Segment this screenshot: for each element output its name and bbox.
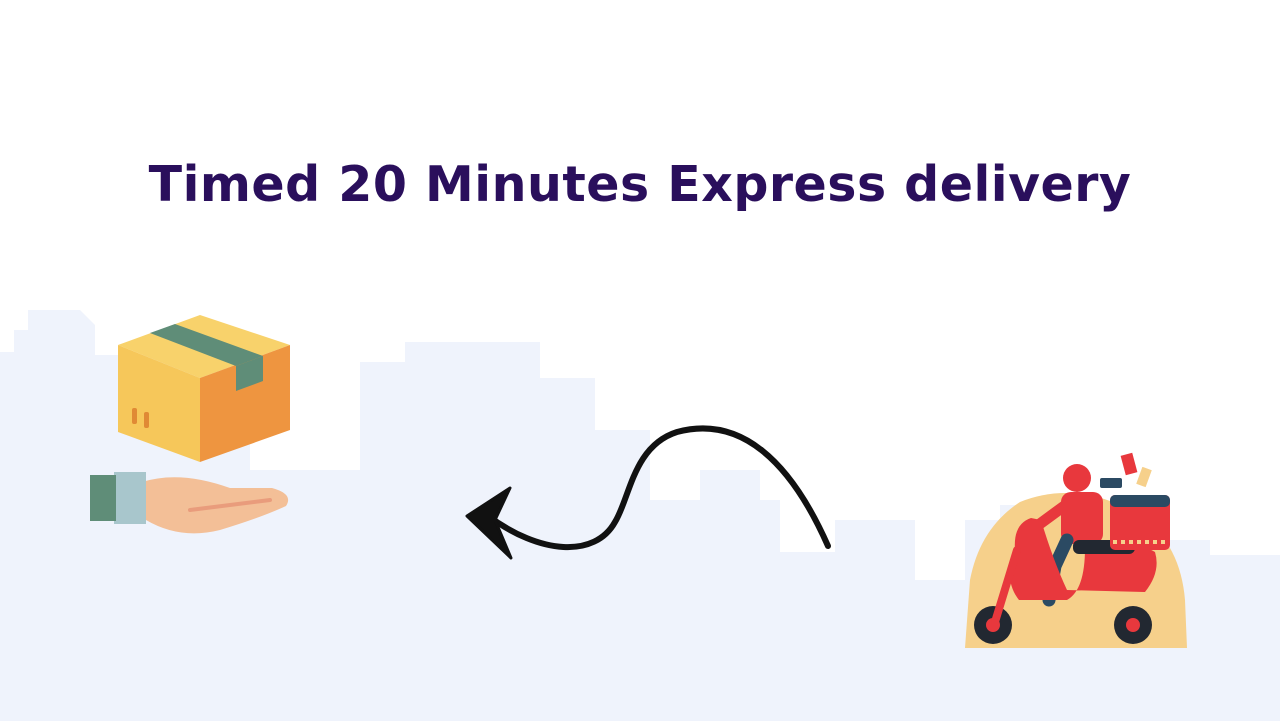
arrow-line: [484, 425, 831, 551]
drink-cup: [1120, 452, 1138, 476]
delivery-box-lid: [1110, 495, 1170, 507]
burger-box: [1100, 478, 1122, 488]
box-label-mark: [132, 408, 137, 424]
rear-wheel-hub: [1126, 618, 1140, 632]
delivery-banner: Timed 20 Minutes Express delivery: [0, 0, 1280, 721]
cuff: [114, 472, 146, 524]
box-label-mark: [144, 412, 149, 428]
page-title: Timed 20 Minutes Express delivery: [148, 156, 1132, 213]
package-in-hand-icon: [90, 315, 290, 534]
helmet: [1063, 464, 1091, 492]
drink-cup: [1136, 466, 1152, 488]
arrow-head: [465, 486, 513, 560]
curved-arrow-icon: [465, 425, 831, 560]
sleeve: [90, 475, 116, 521]
delivery-scooter-icon: [965, 452, 1187, 648]
